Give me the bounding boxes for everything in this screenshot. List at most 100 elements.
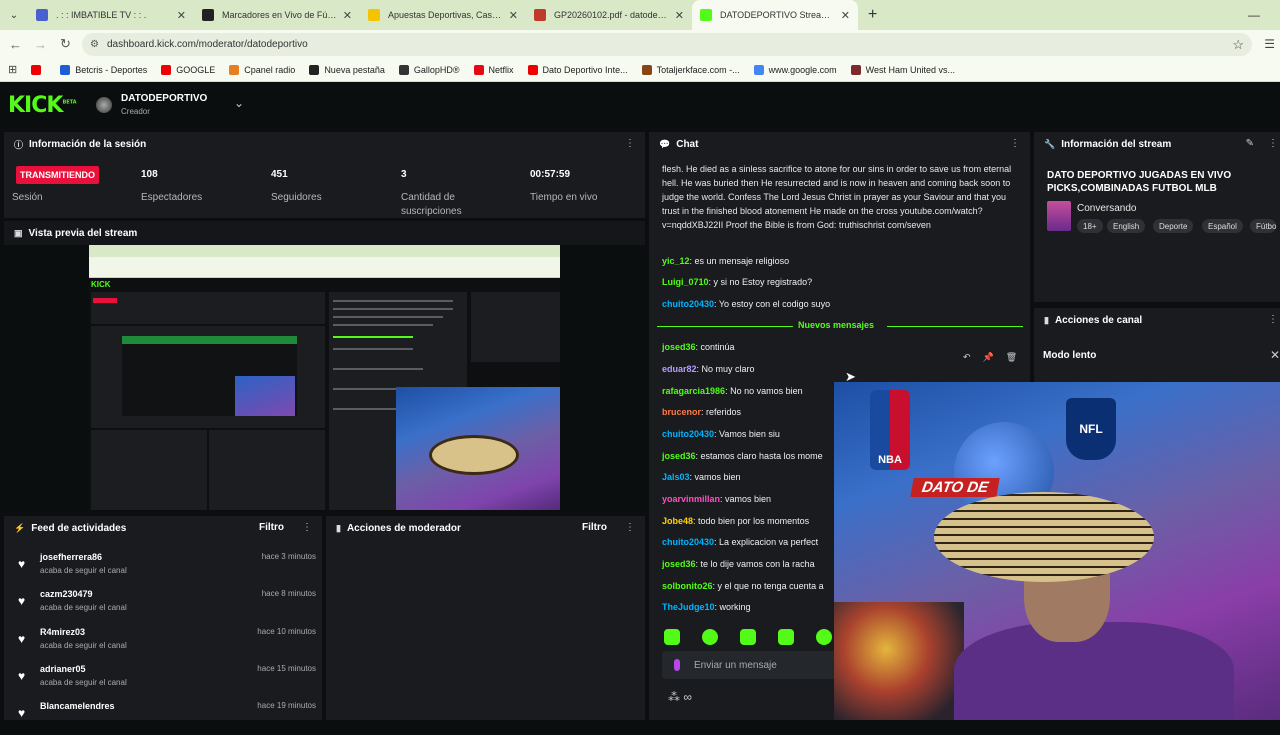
feed-item: ♥ cazm230479 acaba de seguir el canal ha… bbox=[4, 586, 330, 623]
stream-tag[interactable]: Fútbo bbox=[1250, 219, 1277, 233]
chat-emote-picker-icon[interactable]: ⁂ ∞ bbox=[668, 690, 692, 704]
pin-icon[interactable]: 📌 bbox=[983, 352, 994, 363]
streamer-body bbox=[954, 622, 1234, 720]
browser-tab[interactable]: . : : IMBATIBLE TV : : . ✕ bbox=[28, 0, 194, 30]
bookmark-item[interactable]: Nueva pestaña bbox=[309, 64, 385, 75]
chat-username[interactable]: yic_12 bbox=[662, 256, 690, 266]
chat-username[interactable]: yoarvinmillan bbox=[662, 494, 720, 504]
chat-username[interactable]: josed36 bbox=[662, 559, 696, 569]
chat-username[interactable]: josed36 bbox=[662, 451, 696, 461]
bookmark-item[interactable]: GallopHD® bbox=[398, 64, 460, 75]
chat-message: rafagarcia1986: No no vamos bien bbox=[662, 386, 803, 396]
emote-icon[interactable] bbox=[816, 629, 832, 645]
emote-icon[interactable] bbox=[740, 629, 756, 645]
more-options-icon[interactable]: ⋮ bbox=[625, 138, 635, 149]
chat-username[interactable]: chuito20430 bbox=[662, 537, 714, 547]
close-tab-icon[interactable]: ✕ bbox=[343, 9, 352, 22]
chevron-down-icon[interactable]: ⌄ bbox=[234, 96, 244, 110]
chat-username[interactable]: eduar82 bbox=[662, 364, 697, 374]
info-icon: ⓘ bbox=[14, 139, 24, 150]
preview-line bbox=[333, 324, 433, 326]
delete-icon[interactable]: 🗑 bbox=[1006, 352, 1017, 363]
chat-username[interactable]: chuito20430 bbox=[662, 299, 714, 309]
emote-icon[interactable] bbox=[778, 629, 794, 645]
preview-block bbox=[91, 430, 207, 510]
stream-tag[interactable]: Deporte bbox=[1153, 219, 1194, 233]
emote-icon[interactable] bbox=[664, 629, 680, 645]
stream-preview-video[interactable]: KICK bbox=[89, 245, 560, 510]
more-options-icon[interactable]: ⋮ bbox=[1010, 138, 1020, 149]
close-tab-icon[interactable]: ✕ bbox=[177, 9, 186, 22]
nba-logo: NBA bbox=[870, 390, 910, 470]
forward-icon[interactable]: → bbox=[28, 37, 53, 52]
bookmark-item[interactable]: GOOGLE bbox=[161, 64, 215, 75]
close-tab-icon[interactable]: ✕ bbox=[841, 9, 850, 22]
feed-item: ♥ josefherrera86 acaba de seguir el cana… bbox=[4, 549, 330, 586]
chat-username[interactable]: chuito20430 bbox=[662, 429, 714, 439]
new-messages-label: Nuevos mensajes bbox=[798, 320, 875, 330]
edit-icon[interactable]: ✎ bbox=[1246, 138, 1254, 149]
divider-line bbox=[887, 326, 1023, 327]
chat-username[interactable]: TheJudge10 bbox=[662, 602, 715, 612]
chat-message: chuito20430: Vamos bien siu bbox=[662, 429, 780, 439]
preview-block bbox=[471, 292, 560, 362]
apps-grid-icon[interactable]: ⊞ bbox=[8, 63, 17, 76]
more-options-icon[interactable]: ⋮ bbox=[1268, 314, 1278, 325]
bookmark-favicon bbox=[309, 64, 320, 75]
bookmark-item[interactable]: Totaljerkface.com -... bbox=[641, 64, 740, 75]
browser-tab[interactable]: GP20260102.pdf - datodeporti ✕ bbox=[526, 0, 692, 30]
reload-icon[interactable]: ↻ bbox=[53, 36, 78, 52]
stream-category[interactable]: Conversando bbox=[1077, 203, 1136, 214]
kick-logo[interactable]: KICKBETA bbox=[8, 93, 77, 118]
reply-icon[interactable]: ↶ bbox=[963, 352, 971, 363]
slow-mode-label[interactable]: Modo lento bbox=[1043, 350, 1096, 361]
minimize-icon[interactable]: — bbox=[1248, 8, 1260, 22]
chat-text: : La explicacion va perfect bbox=[714, 537, 819, 547]
bookmark-item[interactable]: Dato Deportivo Inte... bbox=[527, 64, 628, 75]
channel-avatar bbox=[96, 97, 112, 113]
close-tab-icon[interactable]: ✕ bbox=[509, 9, 518, 22]
bookmark-item[interactable]: West Ham United vs... bbox=[850, 64, 955, 75]
more-options-icon[interactable]: ⋮ bbox=[302, 522, 312, 533]
browser-tab-active[interactable]: DATODEPORTIVO Stream - Kick ✕ bbox=[692, 0, 858, 30]
chat-username[interactable]: solbonito26 bbox=[662, 581, 713, 591]
chat-message-input[interactable]: Enviar un mensaje bbox=[662, 651, 838, 679]
more-options-icon[interactable]: ⋮ bbox=[625, 522, 635, 533]
bookmark-item[interactable]: Cpanel radio bbox=[229, 64, 295, 75]
bookmark-item[interactable]: Betcris - Deportes bbox=[60, 64, 147, 75]
feed-user[interactable]: adrianer05 bbox=[40, 664, 86, 674]
chat-username[interactable]: Luigi_0710 bbox=[662, 277, 709, 287]
mod-filter-button[interactable]: Filtro bbox=[582, 522, 607, 533]
site-info-icon[interactable]: ⚙ bbox=[90, 39, 99, 50]
stream-tag[interactable]: Español bbox=[1202, 219, 1243, 233]
feed-user[interactable]: R4mirez03 bbox=[40, 627, 85, 637]
chat-username[interactable]: rafagarcia1986 bbox=[662, 386, 725, 396]
new-tab-icon[interactable]: + bbox=[868, 6, 877, 24]
back-icon[interactable]: ← bbox=[3, 37, 28, 52]
chat-username[interactable]: Jals03 bbox=[662, 472, 690, 482]
close-tab-icon[interactable]: ✕ bbox=[675, 9, 684, 22]
chat-text: : continúa bbox=[695, 342, 735, 352]
chat-username[interactable]: brucenor bbox=[662, 407, 701, 417]
bookmark-youtube[interactable] bbox=[31, 64, 46, 75]
chat-username[interactable]: josed36 bbox=[662, 342, 696, 352]
bookmark-item[interactable]: www.google.com bbox=[753, 64, 837, 75]
stream-tag[interactable]: 18+ bbox=[1077, 219, 1103, 233]
emote-icon[interactable] bbox=[702, 629, 718, 645]
feed-user[interactable]: josefherrera86 bbox=[40, 552, 102, 562]
bookmark-item[interactable]: Netflix bbox=[473, 64, 514, 75]
new-messages-divider: Nuevos mensajes bbox=[657, 320, 1023, 334]
stream-tag[interactable]: English bbox=[1107, 219, 1146, 233]
side-panel-icon[interactable]: ☰ bbox=[1264, 37, 1275, 51]
browser-tab[interactable]: Marcadores en Vivo de Fútbol ✕ bbox=[194, 0, 360, 30]
bookmark-star-icon[interactable]: ☆ bbox=[1232, 37, 1244, 53]
chat-username[interactable]: Jobe48 bbox=[662, 516, 693, 526]
feed-user[interactable]: Blancamelendres bbox=[40, 701, 115, 711]
tab-search-icon[interactable]: ⌄ bbox=[0, 0, 28, 30]
feed-filter-button[interactable]: Filtro bbox=[259, 522, 284, 533]
url-bar[interactable]: ⚙ dashboard.kick.com/moderator/datodepor… bbox=[82, 33, 1252, 56]
browser-tab[interactable]: Apuestas Deportivas, Casa de A ✕ bbox=[360, 0, 526, 30]
more-options-icon[interactable]: ⋮ bbox=[1268, 138, 1278, 149]
feed-user[interactable]: cazm230479 bbox=[40, 589, 93, 599]
close-icon[interactable]: ✕ bbox=[1270, 348, 1280, 362]
